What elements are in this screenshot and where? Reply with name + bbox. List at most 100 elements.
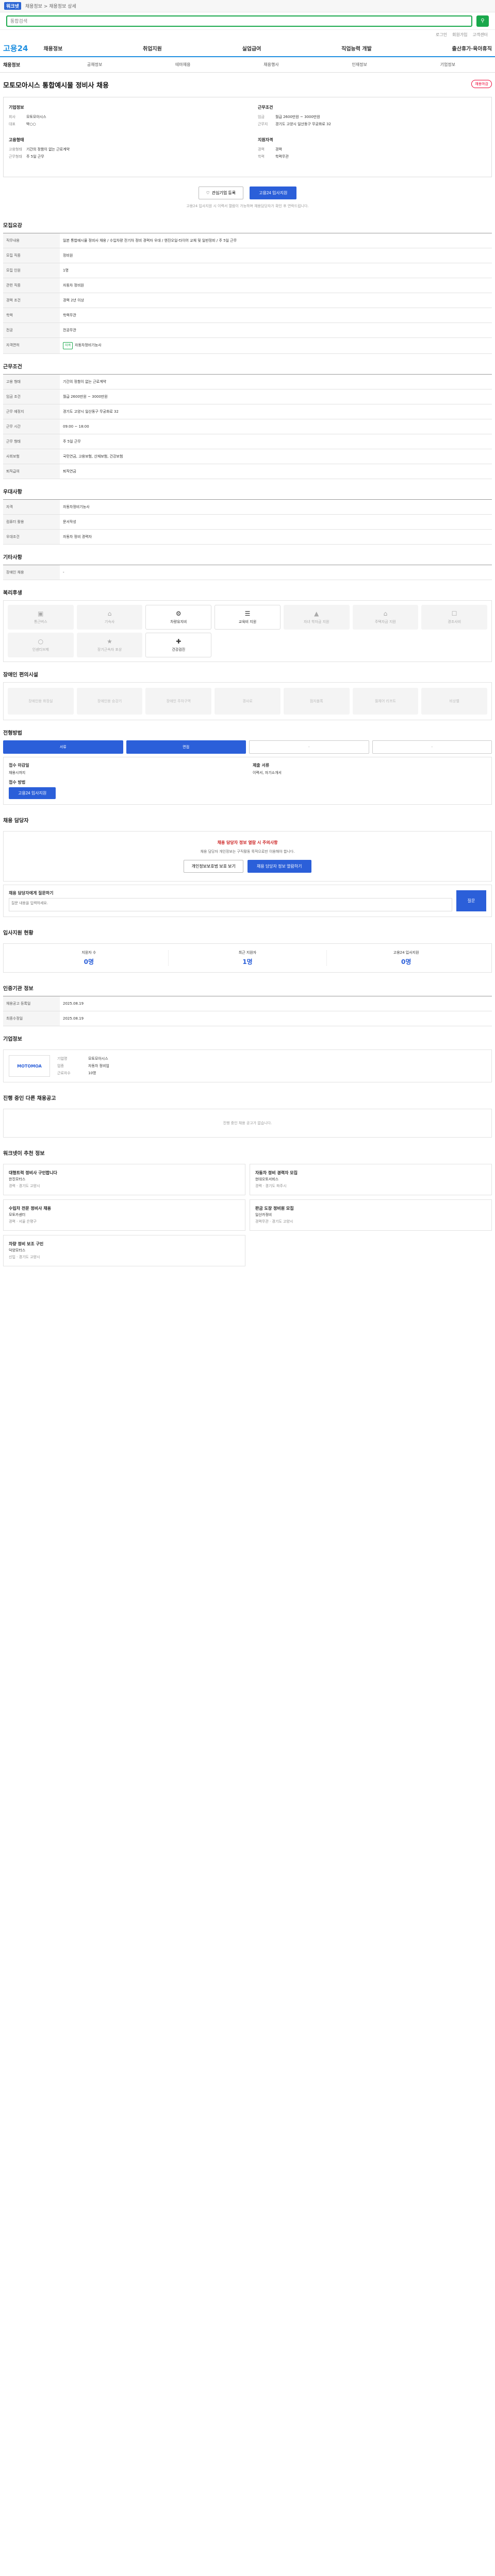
nav-support[interactable]: 취업지원 — [143, 44, 162, 52]
kv-key: 업종 — [57, 1064, 64, 1068]
table-head: 임금 조건 — [3, 389, 60, 404]
etc-table: 장애인 채용 - — [3, 565, 492, 580]
work-title: 근무조건 — [3, 364, 22, 370]
table-head: 최종수정일 — [3, 1011, 60, 1026]
kv-key: 회사 — [9, 115, 15, 119]
recommend-card[interactable]: 대형트럭 정비사 구인합니다한진모터스경력 · 경기도 고양시 — [3, 1164, 245, 1195]
welfare-label: 자녀 학자금 지원 — [303, 620, 329, 624]
welfare-label: 건강검진 — [172, 648, 186, 652]
welfare-label: 경조사비 — [448, 620, 461, 624]
cert-tag: 자격 — [63, 342, 73, 349]
table-head: 고용 형태 — [3, 374, 60, 389]
apply-button-2[interactable]: 고용24 입사지원 — [9, 787, 56, 799]
privacy-button[interactable]: 개인정보보호법 보호 보기 — [184, 860, 243, 873]
welfare-label: 주택자금 지원 — [374, 620, 396, 624]
top-bar: 워크넷 채용정보 > 채용정보 상세 — [0, 0, 495, 12]
signup-link[interactable]: 회원가입 — [452, 32, 467, 38]
search-icon[interactable]: ⚲ — [476, 15, 489, 27]
other-empty: 진행 중인 채용 공고가 없습니다. — [3, 1109, 492, 1138]
kv-value: 기간의 정함이 없는 근로계약 — [26, 147, 70, 151]
stat-number: 1명 — [242, 958, 253, 965]
search-input[interactable]: 통합검색 — [6, 15, 472, 27]
recommend-title: 워크넷이 추천 정보 — [3, 1151, 45, 1157]
table-head: 경력 조건 — [3, 293, 60, 308]
welfare-item: ★ 장기근속자 포상 — [76, 633, 143, 657]
facility-item: 경사로 — [214, 688, 280, 715]
kv-value: 모토모아시스 — [26, 115, 46, 119]
welfare-item: ⚙ 차량유지비 — [145, 605, 212, 630]
welfare-item: ▲ 자녀 학자금 지원 — [283, 605, 350, 630]
qual-table: 직무내용 일본 통합예시물 정비사 채용 / 수입차량 전기차 정비 경력자 우대… — [3, 233, 492, 354]
kv-value: 모토모아시스 — [88, 1057, 108, 1061]
job-header: 모토모아시스 통합예시물 정비사 채용 채용마감 — [0, 73, 495, 94]
nav-training[interactable]: 직업능력 개발 — [341, 44, 372, 52]
tab-event[interactable]: 채용행사 — [263, 62, 278, 67]
table-head: 사회보험 — [3, 449, 60, 464]
process-step: - — [372, 740, 492, 754]
table-cell: 자동차 정비 경력자 — [60, 529, 492, 545]
nav-benefit[interactable]: 실업급여 — [242, 44, 261, 52]
process-step: 서류 — [3, 740, 123, 754]
kv-key: 경력 — [258, 147, 265, 151]
method-label: 접수 방법 — [9, 780, 26, 785]
work-table: 고용 형태 기간의 정함이 없는 근로계약 임금 조건 월급 2600만원 ~ 30… — [3, 374, 492, 479]
inquiry-send-button[interactable]: 질문 — [456, 890, 486, 911]
favorite-button[interactable]: ♡ 관심기업 등록 — [198, 187, 244, 199]
table-head: 전공 — [3, 323, 60, 338]
kv-value: 10명 — [88, 1071, 96, 1075]
tab-public[interactable]: 공채정보 — [87, 62, 102, 67]
subnav-title: 채용정보 — [3, 63, 21, 68]
table-cell: 2025.08.19 — [60, 996, 492, 1011]
rec-title: 대형트럭 정비사 구인합니다 — [9, 1171, 57, 1175]
nav-leave[interactable]: 출산휴가·육아휴직 — [452, 44, 492, 52]
kv-key: 근무형태 — [9, 155, 22, 159]
etc-title: 기타사항 — [3, 555, 22, 561]
table-head: 모집 인원 — [3, 263, 60, 278]
rec-meta: 경력 · 경기도 고양시 — [9, 1184, 40, 1188]
recommend-card[interactable]: 수입차 전문 정비사 채용 모토카센터 경력 · 서울 은평구 — [3, 1199, 245, 1231]
kv-key: 학력 — [258, 155, 265, 159]
recommend-card[interactable]: 차량 정비 보조 구인 덕양모터스 신입 · 경기도 고양시 — [3, 1235, 245, 1266]
facility-title: 장애인 편의시설 — [3, 672, 38, 678]
job-title: 모토모아시스 통합예시물 정비사 채용 — [3, 82, 109, 90]
table-head: 직무내용 — [3, 233, 60, 248]
kv-value: 경기도 고양시 일산동구 무궁화로 32 — [275, 122, 331, 126]
login-link[interactable]: 로그인 — [436, 32, 447, 38]
summary-company-heading: 기업정보 — [9, 105, 24, 110]
kv-key: 근무지 — [258, 122, 268, 126]
site-logo[interactable]: 워크넷 — [4, 2, 21, 10]
rec-meta: 경력 · 경기도 파주시 — [255, 1184, 287, 1188]
view-contact-button[interactable]: 채용 담당자 정보 열람하기 — [247, 860, 311, 873]
breadcrumb: 채용정보 > 채용정보 상세 — [25, 4, 76, 9]
inquiry-input[interactable] — [9, 898, 452, 911]
table-head: 채용공고 등록일 — [3, 996, 60, 1011]
help-link[interactable]: 고객센터 — [473, 32, 488, 38]
table-head: 자격 — [3, 499, 60, 515]
period-table: 채용공고 등록일 2025.08.19 최종수정일 2025.08.19 — [3, 996, 492, 1026]
company-logo: MOTOMOA — [9, 1055, 50, 1077]
inquiry-title: 채용 담당자에게 질문하기 — [9, 891, 54, 895]
job-summary: 기업정보 회사 모토모아시스 대표 박○○ 고용형태 고용형태 기간의 정함이 없는 … — [3, 97, 492, 177]
rec-company: 한진모터스 — [9, 1177, 26, 1181]
stat-label: 지원자 수 — [81, 951, 96, 955]
process-steps: 서류 면접 - - — [3, 740, 492, 754]
kv-value: 학력무관 — [275, 155, 289, 159]
table-cell: 09:00 ~ 18:00 — [60, 419, 492, 434]
cap-icon: ▲ — [314, 610, 319, 617]
recommend-card[interactable]: 자동차 정비 경력자 모집 현대오토서비스 경력 · 경기도 파주시 — [250, 1164, 492, 1195]
brand-logo[interactable]: 고용24 — [3, 43, 28, 54]
recommend-card[interactable]: 판금 도장 정비원 모집 일산카정비 경력무관 · 경기도 고양시 — [250, 1199, 492, 1231]
company-box: MOTOMOA 기업명 모토모아시스 업종 자동차 정비업 근로자수 10명 — [3, 1049, 492, 1082]
table-cell: 일본 통합예시물 정비사 채용 / 수입차량 전기차 정비 경력자 우대 / 엔… — [60, 233, 492, 248]
rec-meta: 신입 · 경기도 고양시 — [9, 1255, 40, 1259]
table-cell: 국민연금, 고용보험, 산재보험, 건강보험 — [60, 449, 492, 464]
docs-label: 제출 서류 — [253, 763, 270, 768]
tab-theme[interactable]: 테마채용 — [175, 62, 190, 67]
tab-talent[interactable]: 인재정보 — [352, 62, 367, 67]
rec-company: 모토카센터 — [9, 1213, 26, 1217]
summary-cond-heading: 근무조건 — [258, 105, 273, 110]
tab-company[interactable]: 기업정보 — [440, 62, 455, 67]
apply-button[interactable]: 고용24 입사지원 — [250, 187, 297, 199]
nav-jobs[interactable]: 채용정보 — [43, 44, 62, 52]
favorite-label: 관심기업 등록 — [211, 191, 236, 195]
